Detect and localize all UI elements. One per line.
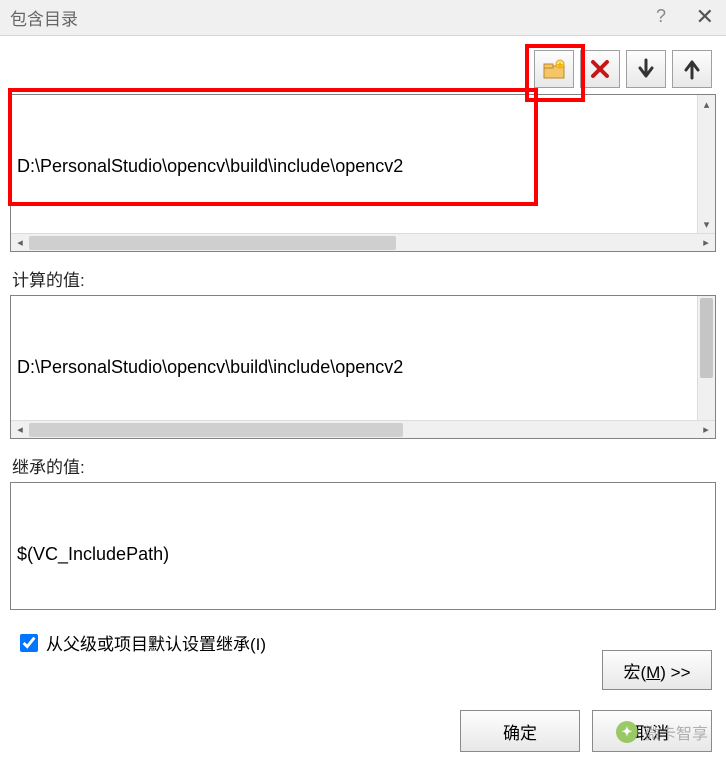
path-line[interactable]: D:\PersonalStudio\opencv\build\include\o… — [17, 153, 709, 180]
scroll-right-icon[interactable]: ▸ — [697, 421, 715, 438]
move-up-button[interactable] — [672, 50, 712, 88]
inherit-checkbox-label[interactable]: 从父级或项目默认设置继承(I) — [46, 630, 266, 655]
dialog-buttons: 确定 取消 — [460, 710, 712, 752]
inherited-values-box: $(VC_IncludePath) $(WindowsSDK_IncludePa… — [10, 482, 716, 610]
ok-button[interactable]: 确定 — [460, 710, 580, 752]
hscroll-thumb[interactable] — [29, 236, 396, 250]
hscroll-thumb[interactable] — [29, 423, 403, 437]
titlebar: 包含目录 ? ✕ — [0, 0, 726, 36]
editor-vertical-scrollbar[interactable]: ▴ ▾ — [697, 95, 715, 233]
help-icon[interactable]: ? — [656, 6, 666, 27]
computed-value: D:\PersonalStudio\opencv\build\include\o… — [17, 354, 695, 381]
close-icon[interactable]: ✕ — [696, 4, 714, 30]
dialog-title: 包含目录 — [10, 5, 78, 30]
computed-vertical-scrollbar[interactable] — [697, 296, 715, 420]
scroll-left-icon[interactable]: ◂ — [11, 234, 29, 251]
inherited-value: $(VC_IncludePath) — [17, 541, 695, 568]
editor-horizontal-scrollbar[interactable]: ◂ ▸ — [11, 233, 715, 251]
scroll-right-icon[interactable]: ▸ — [697, 234, 715, 251]
computed-values-box: D:\PersonalStudio\opencv\build\include\o… — [10, 295, 716, 439]
computed-horizontal-scrollbar[interactable]: ◂ ▸ — [11, 420, 715, 438]
scroll-up-icon[interactable]: ▴ — [698, 95, 715, 113]
paths-editor[interactable]: D:\PersonalStudio\opencv\build\include\o… — [10, 94, 716, 252]
toolbar — [8, 36, 718, 94]
computed-values-list: D:\PersonalStudio\opencv\build\include\o… — [11, 296, 715, 420]
inherited-values-list: $(VC_IncludePath) $(WindowsSDK_IncludePa… — [11, 483, 715, 609]
inherited-label: 继承的值: — [12, 453, 714, 478]
vscroll-thumb[interactable] — [700, 298, 713, 378]
delete-button[interactable] — [580, 50, 620, 88]
hscroll-track[interactable] — [29, 421, 697, 438]
new-folder-button[interactable] — [534, 50, 574, 88]
scroll-down-icon[interactable]: ▾ — [698, 215, 715, 233]
computed-label: 计算的值: — [12, 266, 714, 291]
dialog-content: D:\PersonalStudio\opencv\build\include\o… — [0, 36, 726, 663]
hscroll-track[interactable] — [29, 234, 697, 251]
macro-button[interactable]: 宏(M) >> — [602, 650, 712, 690]
inherit-checkbox[interactable] — [20, 634, 38, 652]
move-down-button[interactable] — [626, 50, 666, 88]
paths-textarea[interactable]: D:\PersonalStudio\opencv\build\include\o… — [11, 95, 715, 233]
cancel-button[interactable]: 取消 — [592, 710, 712, 752]
scroll-left-icon[interactable]: ◂ — [11, 421, 29, 438]
